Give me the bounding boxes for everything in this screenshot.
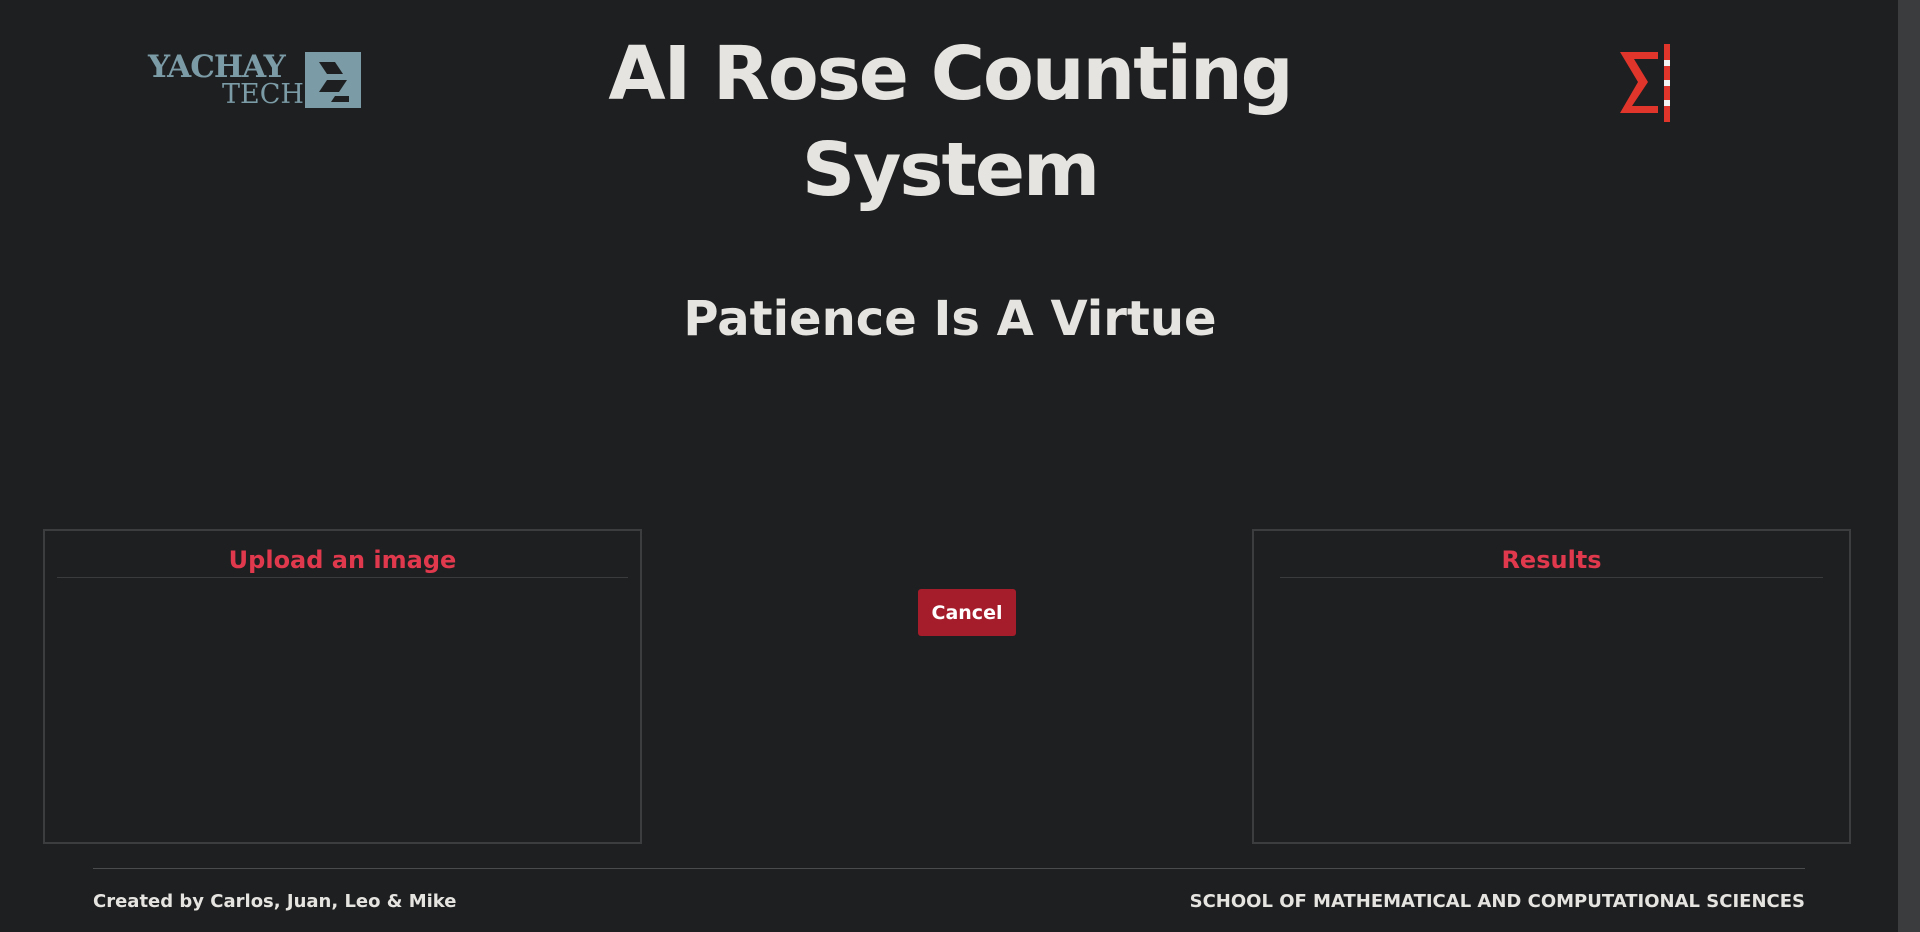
page-scrollbar[interactable] <box>1898 0 1920 932</box>
footer-divider <box>93 868 1805 869</box>
upload-panel-title: Upload an image <box>57 545 628 578</box>
results-panel: Results <box>1252 529 1851 844</box>
yachay-tech-logo: YACHAY TECH <box>148 50 362 112</box>
footer-school-name: SCHOOL OF MATHEMATICAL AND COMPUTATIONAL… <box>1189 891 1805 912</box>
logo-word-tech: TECH <box>222 79 304 110</box>
footer-credits: Created by Carlos, Juan, Leo & Mike <box>93 891 457 912</box>
results-panel-title: Results <box>1280 545 1823 578</box>
cancel-button[interactable]: Cancel <box>918 589 1016 636</box>
sigma-logo-icon <box>1620 44 1670 122</box>
app-title: AI Rose Counting System <box>608 31 1293 213</box>
status-message: Patience Is A Virtue <box>683 291 1217 347</box>
yachay-tech-mark-icon <box>305 52 361 108</box>
upload-panel[interactable]: Upload an image <box>43 529 642 844</box>
page: YACHAY TECH AI Rose Counting System Pati… <box>0 0 1898 932</box>
